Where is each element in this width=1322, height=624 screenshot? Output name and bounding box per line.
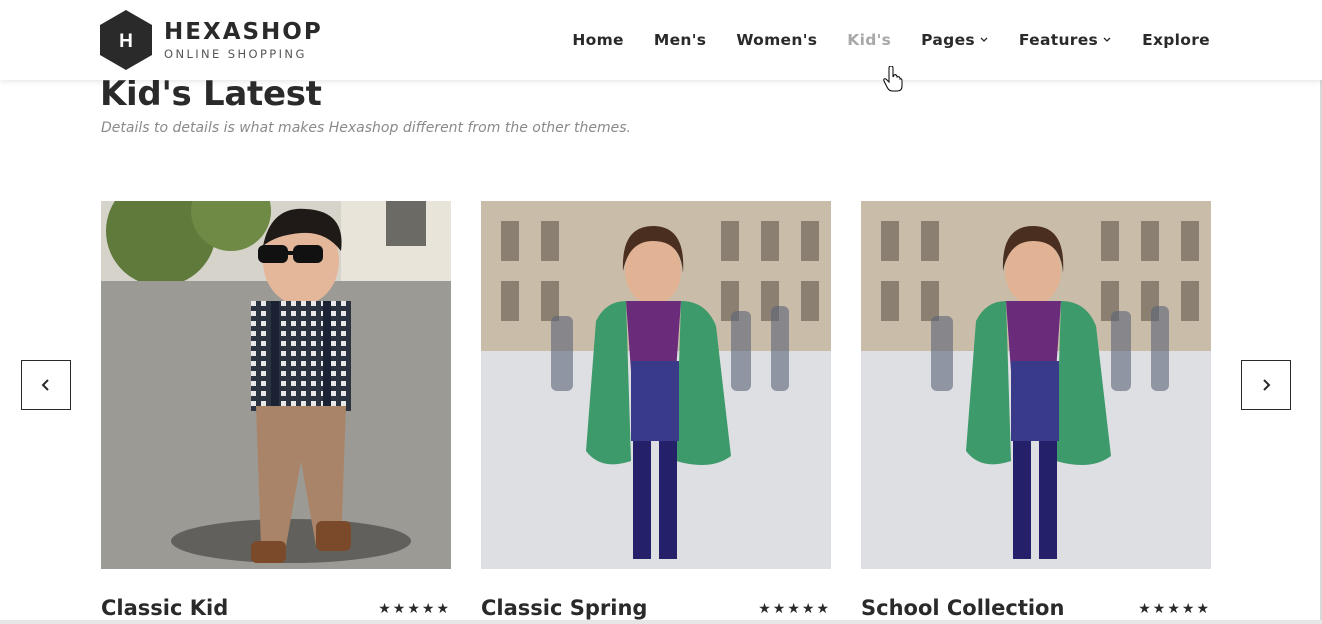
logo-hexagon-icon: H [100, 10, 152, 70]
nav-item-features[interactable]: Features [1019, 31, 1112, 49]
logo-text: HEXASHOP ONLINE SHOPPING [164, 19, 323, 61]
product-name[interactable]: School Collection [861, 596, 1064, 620]
logo-letter: H [119, 31, 133, 52]
window-bottom-edge [0, 620, 1322, 624]
product-image-girl[interactable] [861, 201, 1211, 569]
chevron-down-icon [1103, 37, 1111, 42]
site-logo[interactable]: H HEXASHOP ONLINE SHOPPING [100, 9, 323, 71]
product-card[interactable]: Classic Spring ★★★★★ [481, 201, 831, 620]
site-header: H HEXASHOP ONLINE SHOPPING Home Men's Wo… [0, 0, 1322, 80]
nav-item-home[interactable]: Home [572, 31, 623, 49]
product-name[interactable]: Classic Kid [101, 596, 228, 620]
section-subtitle: Details to details is what makes Hexasho… [101, 120, 631, 136]
carousel-next-button[interactable] [1241, 360, 1291, 410]
section-title: Kid's Latest [100, 74, 322, 114]
star-rating: ★★★★★ [1138, 601, 1211, 617]
product-card[interactable]: Classic Kid ★★★★★ [101, 201, 451, 620]
nav-item-womens[interactable]: Women's [736, 31, 817, 49]
product-card[interactable]: School Collection ★★★★★ [861, 201, 1211, 620]
carousel-prev-button[interactable] [21, 360, 71, 410]
nav-item-explore[interactable]: Explore [1142, 31, 1210, 49]
product-name[interactable]: Classic Spring [481, 596, 647, 620]
product-image-boy[interactable] [101, 201, 451, 569]
brand-name: HEXASHOP [164, 19, 323, 45]
star-rating: ★★★★★ [378, 601, 451, 617]
chevron-left-icon [41, 379, 49, 391]
brand-tagline: ONLINE SHOPPING [164, 47, 307, 61]
nav-item-pages[interactable]: Pages [921, 31, 989, 49]
chevron-right-icon [1263, 379, 1271, 391]
hand-cursor-icon [883, 66, 903, 92]
nav-item-kids[interactable]: Kid's [847, 31, 891, 49]
chevron-down-icon [980, 37, 988, 42]
nav-item-mens[interactable]: Men's [654, 31, 706, 49]
product-image-girl[interactable] [481, 201, 831, 569]
star-rating: ★★★★★ [758, 601, 831, 617]
